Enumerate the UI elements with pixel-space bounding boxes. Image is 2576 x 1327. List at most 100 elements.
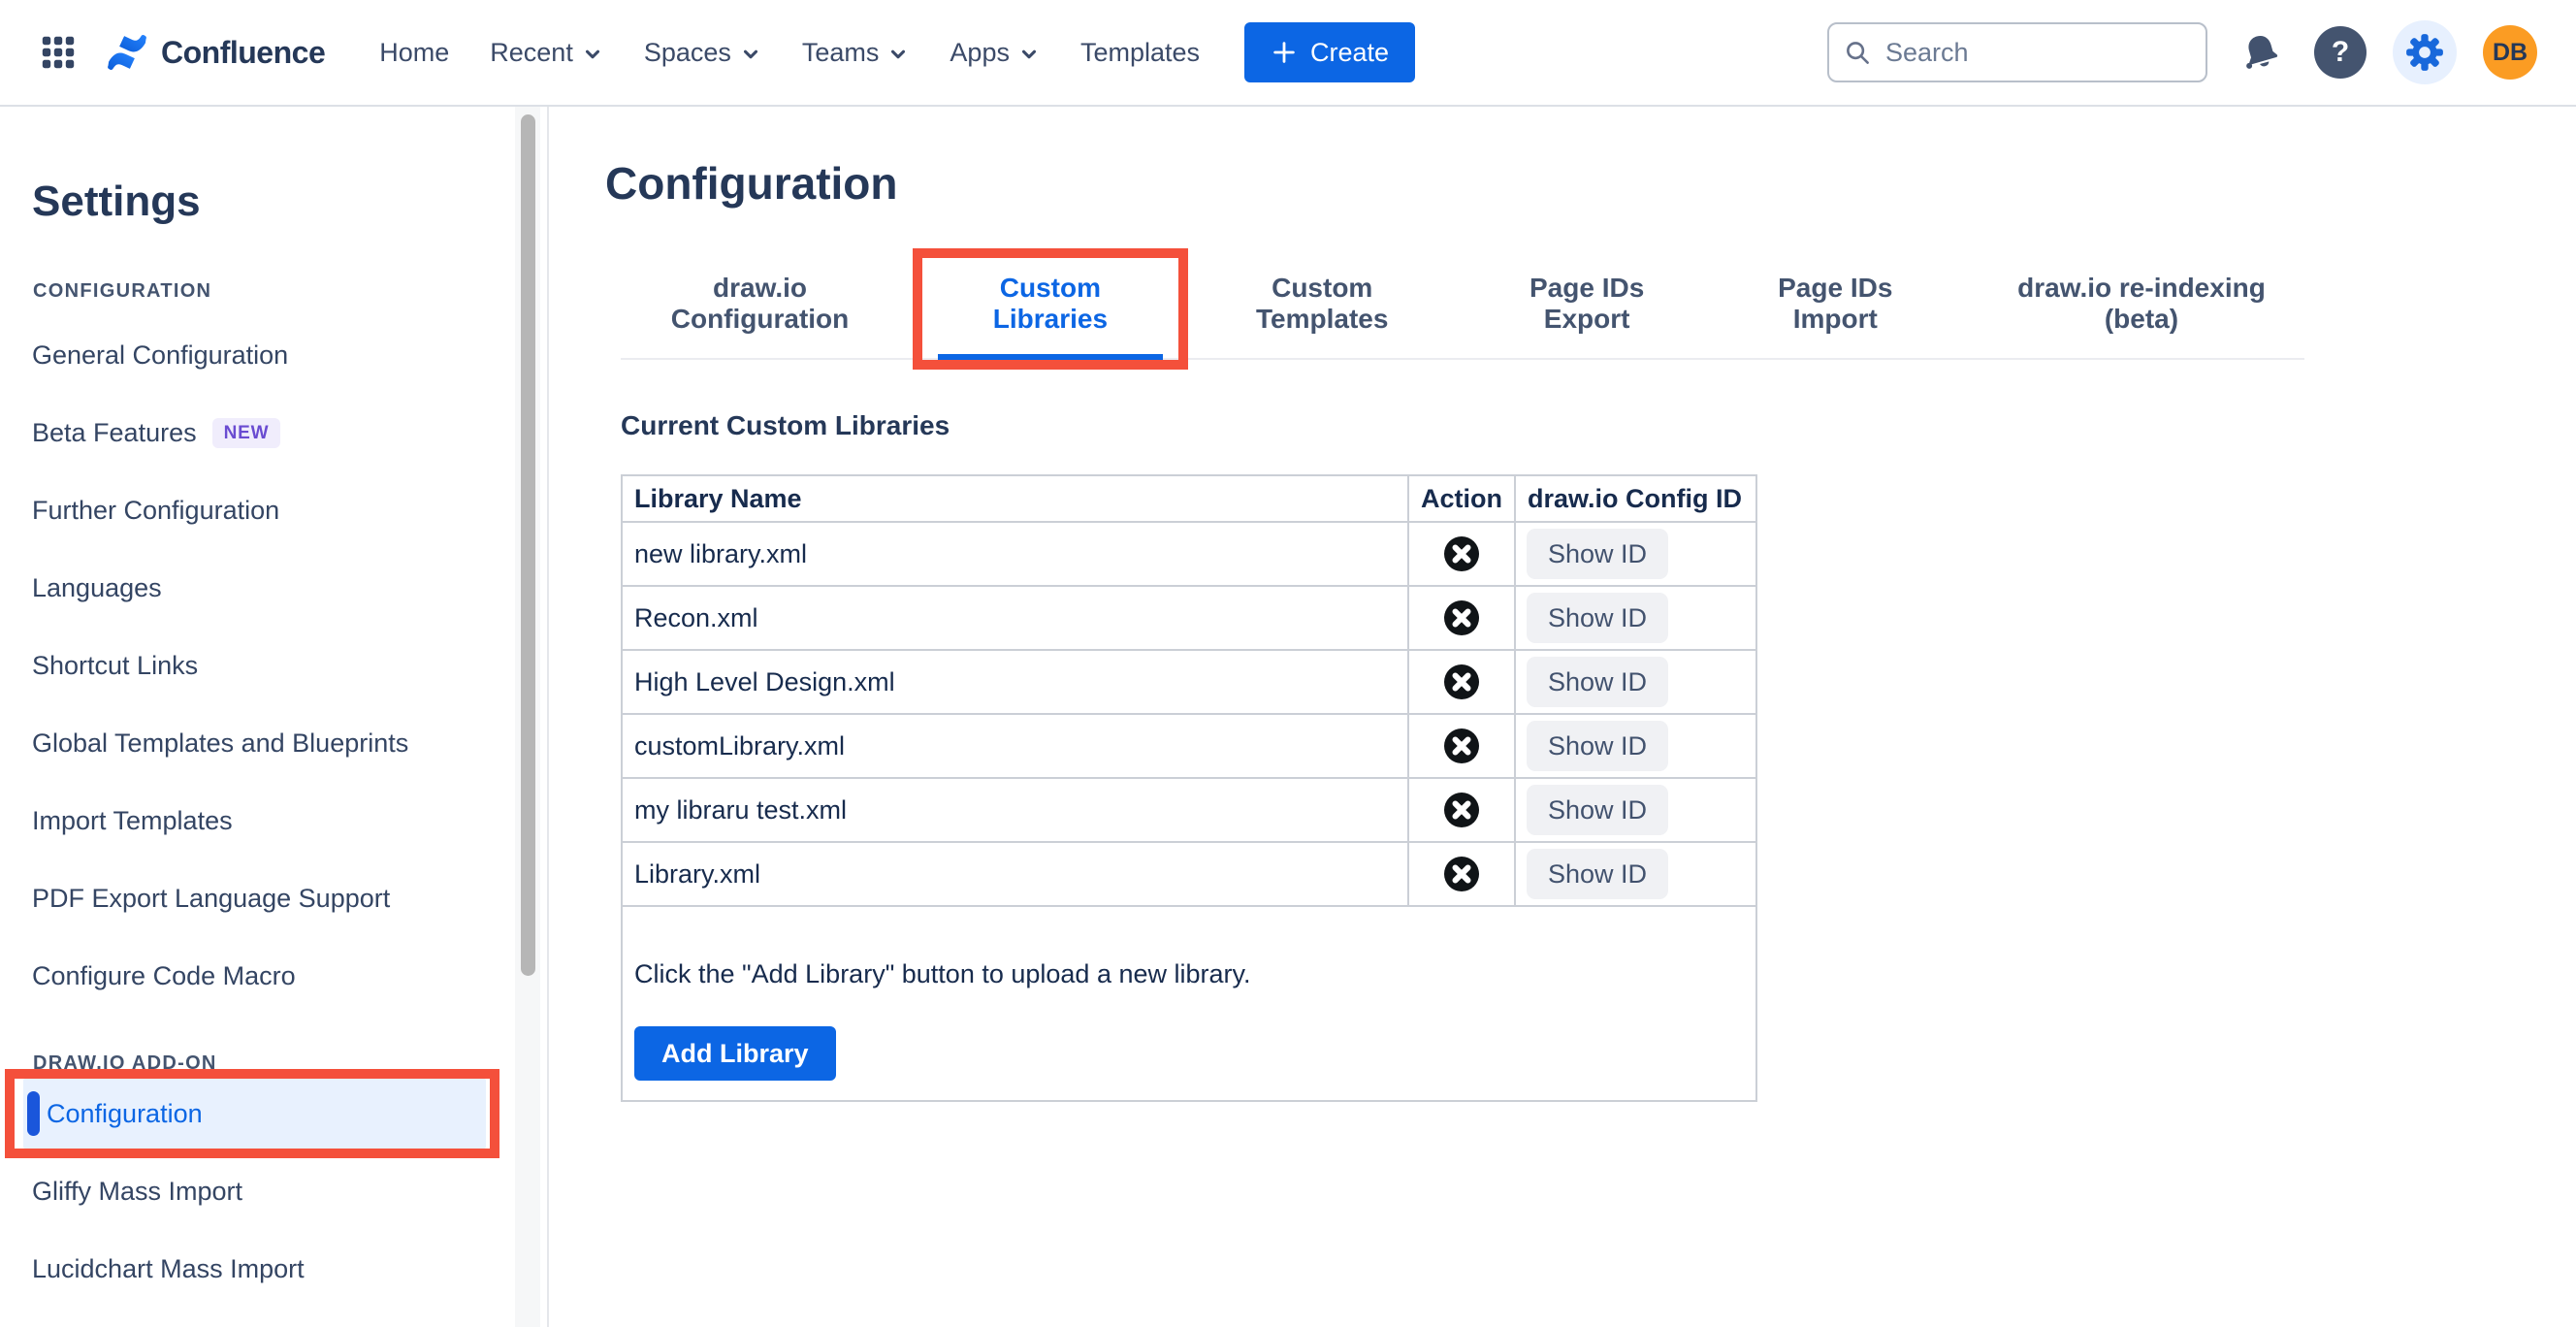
sidebar-item-label: Shortcut Links <box>32 650 199 680</box>
show-id-button[interactable]: Show ID <box>1527 593 1668 643</box>
settings-button[interactable] <box>2393 20 2457 84</box>
delete-library-button[interactable] <box>1443 856 1480 892</box>
nav-recent[interactable]: Recent <box>472 26 621 80</box>
add-library-button[interactable]: Add Library <box>634 1026 836 1081</box>
app-grid-icon <box>42 36 75 69</box>
delete-library-button[interactable] <box>1443 664 1480 700</box>
help-icon: ? <box>2331 36 2350 68</box>
sidebar-item-label: Beta Features <box>32 417 197 447</box>
sidebar-section-configuration-list: General Configuration Beta Features NEW … <box>0 316 547 1015</box>
nav-templates[interactable]: Templates <box>1063 26 1217 80</box>
sidebar-item-import-templates[interactable]: Import Templates <box>32 782 506 859</box>
delete-library-button[interactable] <box>1443 535 1480 572</box>
sidebar-title: Settings <box>32 178 201 225</box>
tab-drawio-reindexing[interactable]: draw.io re-indexing (beta) <box>1979 272 2304 360</box>
table-row: High Level Design.xml Show ID <box>621 649 1757 715</box>
chevron-down-icon <box>585 49 599 58</box>
avatar[interactable]: DB <box>2483 25 2537 80</box>
sidebar-item-label: Global Templates and Blueprints <box>32 728 409 758</box>
tab-page-ids-import[interactable]: Page IDs Import <box>1731 272 1940 360</box>
create-button[interactable]: Create <box>1244 22 1416 82</box>
nav-apps[interactable]: Apps <box>932 26 1057 80</box>
sidebar-item-gliffy-mass-import[interactable]: Gliffy Mass Import <box>32 1152 506 1230</box>
sidebar-item-configuration-selected[interactable]: Configuration <box>5 1069 499 1158</box>
nav-teams[interactable]: Teams <box>785 26 927 80</box>
sidebar-item-label: Further Configuration <box>32 495 280 525</box>
sidebar-item-label: Lucidchart Mass Import <box>32 1253 305 1283</box>
page-title: Configuration <box>605 158 898 209</box>
table-row: customLibrary.xml Show ID <box>621 713 1757 779</box>
column-header-action: Action <box>1407 474 1516 523</box>
tab-drawio-configuration[interactable]: draw.io Configuration <box>621 272 899 360</box>
notifications-button[interactable] <box>2234 25 2288 80</box>
settings-sidebar: Settings CONFIGURATION General Configura… <box>0 107 549 1327</box>
nav-home[interactable]: Home <box>362 26 467 80</box>
nav-apps-label: Apps <box>950 37 1010 67</box>
sidebar-item-label: Languages <box>32 572 162 602</box>
confluence-logo[interactable]: Confluence <box>105 32 326 73</box>
nav-templates-label: Templates <box>1079 37 1201 67</box>
sidebar-scrollbar-thumb[interactable] <box>521 114 535 976</box>
chevron-down-icon <box>891 49 906 58</box>
tab-label: draw.io Configuration <box>670 273 850 334</box>
nav-recent-label: Recent <box>490 37 573 67</box>
sidebar-item-shortcut-links[interactable]: Shortcut Links <box>32 627 506 704</box>
topbar-left: Confluence Home Recent Spaces Teams Apps… <box>35 22 1416 82</box>
sidebar-section-configuration: CONFIGURATION <box>33 280 212 302</box>
sidebar-item-further-configuration[interactable]: Further Configuration <box>32 471 506 549</box>
show-id-button[interactable]: Show ID <box>1527 785 1668 835</box>
sidebar-item-languages[interactable]: Languages <box>32 549 506 627</box>
delete-library-button[interactable] <box>1443 599 1480 636</box>
show-id-button[interactable]: Show ID <box>1527 657 1668 707</box>
plus-icon <box>1273 42 1295 63</box>
tab-label: draw.io re-indexing (beta) <box>2017 273 2266 334</box>
primary-nav: Home Recent Spaces Teams Apps Templates <box>362 26 1217 80</box>
table-row: Recon.xml Show ID <box>621 585 1757 651</box>
tab-custom-templates[interactable]: Custom Templates <box>1202 272 1443 360</box>
nav-spaces[interactable]: Spaces <box>627 26 779 80</box>
new-badge: NEW <box>211 417 281 448</box>
tab-label: Custom Templates <box>1256 273 1389 334</box>
logo-wordmark: Confluence <box>161 34 326 70</box>
confluence-logo-icon <box>108 34 146 71</box>
topbar-right: ? DB <box>1827 20 2537 84</box>
library-name-cell: Library.xml <box>621 841 1409 907</box>
help-button[interactable]: ? <box>2314 26 2367 79</box>
sidebar-item-configure-code-macro[interactable]: Configure Code Macro <box>32 937 506 1015</box>
sidebar-item-beta-features[interactable]: Beta Features NEW <box>32 394 506 471</box>
custom-libraries-table: Library Name Action draw.io Config ID ne… <box>621 474 1757 1102</box>
confluence-settings-page: Confluence Home Recent Spaces Teams Apps… <box>0 0 2576 1327</box>
library-name-cell: my libraru test.xml <box>621 777 1409 843</box>
tab-label: Custom Libraries <box>992 273 1109 334</box>
x-circle-icon <box>1444 600 1479 635</box>
gear-icon <box>2406 34 2443 71</box>
sidebar-item-label: Configuration <box>47 1098 203 1128</box>
nav-spaces-label: Spaces <box>643 37 731 67</box>
search-input[interactable] <box>1884 36 2192 69</box>
delete-library-button[interactable] <box>1443 728 1480 764</box>
delete-library-button[interactable] <box>1443 792 1480 828</box>
show-id-button[interactable]: Show ID <box>1527 529 1668 579</box>
section-heading: Current Custom Libraries <box>621 410 950 440</box>
library-name-cell: High Level Design.xml <box>621 649 1409 715</box>
tab-label: Page IDs Export <box>1530 273 1645 334</box>
x-circle-icon <box>1444 728 1479 763</box>
show-id-button[interactable]: Show ID <box>1527 721 1668 771</box>
bell-icon <box>2246 36 2278 69</box>
tab-bar: draw.io Configuration Custom Libraries C… <box>621 248 2304 370</box>
sidebar-item-lucidchart-mass-import[interactable]: Lucidchart Mass Import <box>32 1230 506 1308</box>
x-circle-icon <box>1444 793 1479 827</box>
sidebar-section-drawio-list: Configuration Gliffy Mass Import Lucidch… <box>0 1069 547 1308</box>
sidebar-item-pdf-export-language[interactable]: PDF Export Language Support <box>32 859 506 937</box>
app-switcher-button[interactable] <box>35 29 81 76</box>
sidebar-item-global-templates[interactable]: Global Templates and Blueprints <box>32 704 506 782</box>
table-row: Library.xml Show ID <box>621 841 1757 907</box>
search-box <box>1827 22 2207 82</box>
column-header-library-name: Library Name <box>621 474 1409 523</box>
tab-custom-libraries[interactable]: Custom Libraries <box>913 248 1188 370</box>
show-id-button[interactable]: Show ID <box>1527 849 1668 899</box>
column-header-config-id: draw.io Config ID <box>1514 474 1757 523</box>
avatar-initials: DB <box>2492 38 2528 66</box>
sidebar-item-general-configuration[interactable]: General Configuration <box>32 316 506 394</box>
tab-page-ids-export[interactable]: Page IDs Export <box>1482 272 1692 360</box>
